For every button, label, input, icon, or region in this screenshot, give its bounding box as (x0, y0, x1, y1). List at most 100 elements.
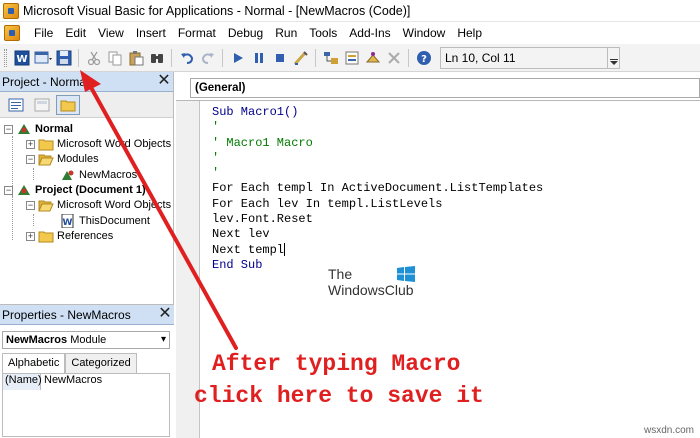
tree-item-label: Normal (35, 123, 73, 135)
save-icon[interactable] (54, 48, 73, 68)
collapse-icon[interactable]: − (26, 200, 35, 210)
menu-edit[interactable]: Edit (59, 23, 92, 43)
toolbar-grip[interactable] (4, 48, 7, 67)
project-pane-toolbar (0, 92, 173, 118)
collapse-icon[interactable]: − (4, 124, 13, 134)
word-icon[interactable]: W (12, 48, 31, 68)
toolbar-separator (171, 48, 172, 67)
tree-item-thisdocument[interactable]: W ThisDocument (60, 213, 150, 229)
tree-item-word-objects-doc1[interactable]: − Microsoft Word Objects (26, 197, 171, 213)
properties-grid: (Name) NewMacros (2, 373, 170, 437)
code-line[interactable]: lev.Font.Reset (212, 212, 692, 227)
tree-item-label: NewMacros (79, 169, 138, 181)
toolbar-separator (222, 48, 223, 67)
project-explorer-icon[interactable] (321, 48, 340, 68)
insert-userform-icon[interactable] (33, 48, 52, 68)
menu-window[interactable]: Window (397, 23, 452, 43)
code-line[interactable]: ' (212, 120, 692, 135)
code-text[interactable]: Sub Macro1() ' ' Macro1 Macro ' ' For Ea… (212, 105, 692, 273)
tree-item-normal[interactable]: − Normal (4, 121, 73, 137)
expand-icon[interactable]: + (26, 231, 35, 241)
folder-icon (38, 229, 54, 243)
tree-item-label: Microsoft Word Objects (57, 199, 172, 211)
cut-icon[interactable] (84, 48, 103, 68)
help-icon[interactable]: ? (414, 48, 433, 68)
tree-item-modules[interactable]: − Modules (26, 151, 99, 167)
run-icon[interactable] (228, 48, 247, 68)
code-line[interactable]: For Each lev In templ.ListLevels (212, 197, 692, 212)
properties-pane-header: Properties - NewMacros ✕ (0, 305, 174, 325)
toolbox-icon[interactable] (384, 48, 403, 68)
annotation-text-line1: After typing Macro (212, 351, 461, 377)
properties-tabs: Alphabetic Categorized (2, 353, 137, 373)
tree-item-label: References (57, 230, 114, 242)
redo-icon[interactable] (198, 48, 217, 68)
expand-icon[interactable]: + (26, 139, 35, 149)
close-icon[interactable]: ✕ (156, 305, 174, 324)
menu-add-ins[interactable]: Add-Ins (343, 23, 396, 43)
properties-icon[interactable] (342, 48, 361, 68)
title-bar: Microsoft Visual Basic for Applications … (0, 0, 700, 22)
word-doc-icon: W (60, 213, 76, 229)
view-object-icon[interactable] (30, 95, 54, 115)
property-row[interactable]: (Name) NewMacros (3, 374, 169, 390)
code-line[interactable]: ' Macro1 Macro (212, 136, 692, 151)
vba-app-icon (3, 2, 19, 19)
code-line[interactable]: ' (212, 166, 692, 181)
menu-help[interactable]: Help (451, 23, 488, 43)
object-type: Module (70, 334, 107, 346)
property-value[interactable]: NewMacros (41, 374, 102, 390)
code-line[interactable]: Sub Macro1() (212, 105, 692, 120)
tab-categorized[interactable]: Categorized (65, 353, 137, 373)
tree-item-newmacros[interactable]: NewMacros (60, 167, 137, 183)
reset-icon[interactable] (270, 48, 289, 68)
vba-menu-icon[interactable] (4, 25, 20, 41)
collapse-icon[interactable]: − (26, 154, 35, 164)
project-tree: − Normal + Microsoft Word Objects − Modu… (0, 119, 172, 299)
tree-item-word-objects[interactable]: + Microsoft Word Objects (26, 136, 171, 152)
code-line[interactable]: End Sub (212, 258, 692, 273)
watermark-line2: WindowsClub (328, 282, 414, 298)
chevron-down-icon[interactable]: ▾ (161, 332, 166, 348)
object-browser-icon[interactable] (363, 48, 382, 68)
code-line[interactable]: Next lev (212, 227, 692, 242)
menu-insert[interactable]: Insert (130, 23, 172, 43)
object-combo[interactable]: (General) (190, 78, 700, 98)
tree-item-project-document1[interactable]: − Project (Document 1) (4, 182, 146, 198)
close-icon[interactable]: ✕ (155, 72, 173, 91)
code-line[interactable]: ' (212, 151, 692, 166)
collapse-icon[interactable]: − (4, 185, 13, 195)
module-icon (60, 168, 76, 182)
tree-item-label: Project (Document 1) (35, 184, 146, 196)
tree-item-label: Modules (57, 153, 99, 165)
tree-item-label: ThisDocument (79, 215, 150, 227)
svg-text:W: W (16, 54, 27, 65)
code-line-current[interactable]: Next templ (212, 243, 692, 258)
toolbar-separator (315, 48, 316, 67)
undo-icon[interactable] (177, 48, 196, 68)
project-pane-title: Project - Normal (2, 74, 89, 89)
tree-item-references[interactable]: + References (26, 228, 113, 244)
copy-icon[interactable] (105, 48, 124, 68)
menu-format[interactable]: Format (172, 23, 222, 43)
object-selector[interactable]: NewMacros Module ▾ (2, 331, 170, 349)
svg-text:?: ? (421, 54, 427, 65)
menu-view[interactable]: View (92, 23, 130, 43)
code-line[interactable]: For Each templ In ActiveDocument.ListTem… (212, 181, 692, 196)
toolbar-separator (78, 48, 79, 67)
view-code-icon[interactable] (4, 95, 28, 115)
folder-open-icon (38, 152, 54, 166)
vba-project-icon (16, 183, 32, 197)
menu-debug[interactable]: Debug (222, 23, 269, 43)
menu-file[interactable]: File (28, 23, 59, 43)
menu-tools[interactable]: Tools (303, 23, 343, 43)
find-icon[interactable] (147, 48, 166, 68)
toggle-folders-icon[interactable] (56, 94, 80, 115)
property-name: (Name) (3, 374, 42, 390)
toolbar-options-dropdown[interactable] (608, 46, 620, 69)
paste-icon[interactable] (126, 48, 145, 68)
tab-alphabetic[interactable]: Alphabetic (2, 353, 66, 373)
menu-run[interactable]: Run (269, 23, 303, 43)
design-mode-icon[interactable] (291, 48, 310, 68)
break-icon[interactable] (249, 48, 268, 68)
